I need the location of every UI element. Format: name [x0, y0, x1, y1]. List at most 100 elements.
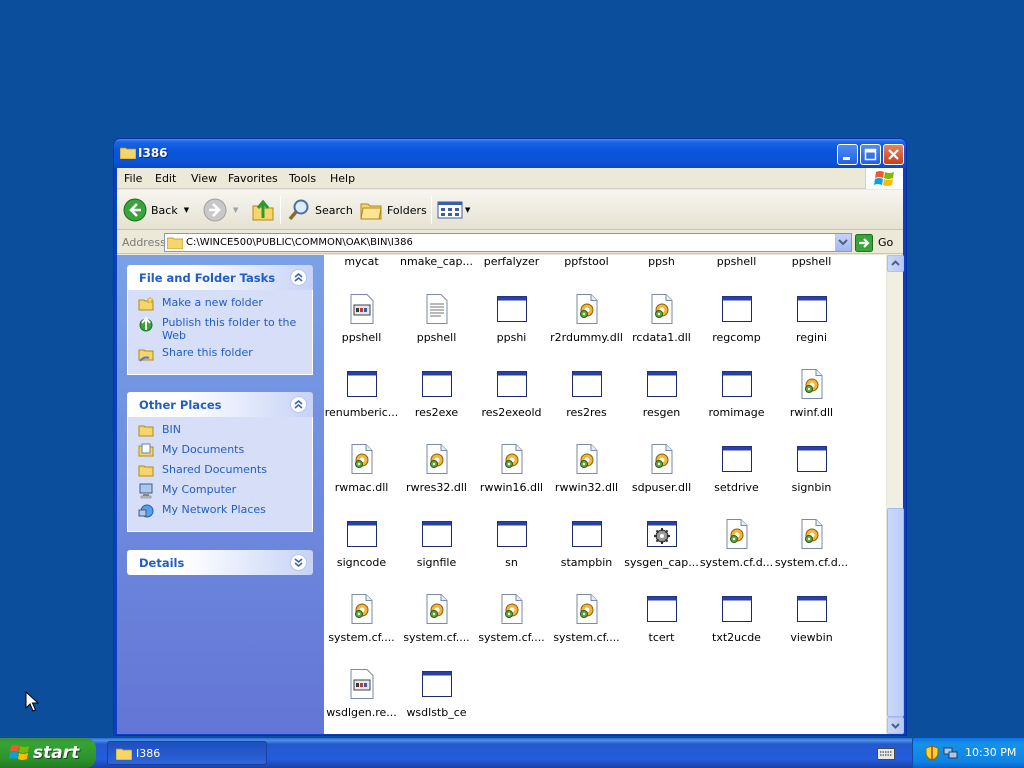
file-item[interactable]: system.cf.... [549, 593, 624, 644]
file-item[interactable]: signcode [324, 518, 399, 569]
file-item[interactable]: ppshi [474, 293, 549, 344]
file-item[interactable]: wsdlgen.re... [324, 668, 399, 719]
collapse-chevron-icon[interactable] [290, 396, 307, 413]
file-item[interactable]: rwwin32.dll [549, 443, 624, 494]
file-item[interactable]: sn [474, 518, 549, 569]
file-item[interactable]: renumberic... [324, 368, 399, 419]
back-button[interactable]: Back ▼ [123, 196, 189, 224]
collapse-chevron-icon[interactable] [290, 269, 307, 286]
place-shared-documents-link[interactable]: Shared Documents [128, 463, 312, 483]
back-dropdown-icon[interactable]: ▼ [184, 206, 189, 214]
make-new-folder-link[interactable]: Make a new folder [128, 296, 312, 316]
menu-tools[interactable]: Tools [289, 172, 316, 185]
forward-button[interactable]: ▼ [203, 196, 238, 224]
file-item[interactable]: rcdata1.dll [624, 293, 699, 344]
dll-file-icon [576, 444, 597, 474]
network-tray-icon[interactable] [943, 745, 959, 761]
place-my-documents-link[interactable]: My Documents [128, 443, 312, 463]
file-item[interactable]: res2res [549, 368, 624, 419]
file-folder-tasks-header[interactable]: File and Folder Tasks [127, 265, 313, 290]
up-folder-button[interactable] [251, 196, 275, 224]
file-item[interactable]: ppfstool [549, 255, 624, 268]
file-item[interactable]: tcert [624, 593, 699, 644]
place-my-network-link[interactable]: My Network Places [128, 503, 312, 523]
file-item[interactable]: system.cf.... [474, 593, 549, 644]
scroll-thumb[interactable] [887, 508, 904, 717]
minimize-button[interactable] [837, 144, 858, 165]
other-places-header[interactable]: Other Places [127, 392, 313, 417]
place-my-computer-link[interactable]: My Computer [128, 483, 312, 503]
file-item[interactable]: ppshell [399, 293, 474, 344]
file-name: ppshell [716, 255, 757, 268]
file-item[interactable]: system.cf.d... [699, 518, 774, 569]
file-name: ppfstool [564, 255, 609, 268]
title-bar[interactable]: I386 [114, 139, 906, 168]
file-item[interactable]: txt2ucde [699, 593, 774, 644]
file-item[interactable]: rwinf.dll [774, 368, 849, 419]
file-item[interactable]: regcomp [699, 293, 774, 344]
system-tray: 10:30 PM [912, 738, 1024, 768]
menu-view[interactable]: View [191, 172, 217, 185]
file-item[interactable]: setdrive [699, 443, 774, 494]
publish-folder-web-link[interactable]: Publish this folder to the Web [128, 316, 312, 346]
share-folder-link[interactable]: Share this folder [128, 346, 312, 366]
file-item[interactable]: rwwin16.dll [474, 443, 549, 494]
file-item[interactable]: res2exe [399, 368, 474, 419]
file-item[interactable]: sdpuser.dll [624, 443, 699, 494]
views-button[interactable]: ▼ [437, 196, 470, 224]
file-item[interactable]: rwres32.dll [399, 443, 474, 494]
go-arrow-icon [855, 233, 873, 252]
file-item[interactable]: ppsh [624, 255, 699, 268]
maximize-button[interactable] [860, 144, 881, 165]
menu-edit[interactable]: Edit [155, 172, 176, 185]
go-button[interactable]: Go [855, 233, 893, 252]
file-item[interactable]: sysgen_cap... [624, 518, 699, 569]
security-shield-icon[interactable] [925, 745, 939, 761]
expand-chevron-icon[interactable] [290, 554, 307, 571]
up-folder-icon [252, 199, 274, 221]
file-item[interactable]: signfile [399, 518, 474, 569]
forward-arrow-icon [203, 198, 227, 222]
scroll-down-button[interactable] [887, 717, 904, 734]
close-button[interactable] [883, 144, 904, 165]
file-item[interactable]: perfalyzer [474, 255, 549, 268]
file-item[interactable]: regini [774, 293, 849, 344]
file-item[interactable]: res2exeold [474, 368, 549, 419]
file-item[interactable]: ppshell [324, 293, 399, 344]
forward-dropdown-icon[interactable]: ▼ [233, 206, 238, 214]
file-item[interactable]: ppshell [699, 255, 774, 268]
views-dropdown-icon[interactable]: ▼ [465, 206, 470, 214]
file-item[interactable]: system.cf.d... [774, 518, 849, 569]
file-item[interactable]: viewbin [774, 593, 849, 644]
vertical-scrollbar[interactable] [886, 255, 904, 734]
file-item[interactable]: nmake_cap... [399, 255, 474, 268]
file-item[interactable]: system.cf.... [324, 593, 399, 644]
file-name: romimage [708, 406, 765, 419]
file-item[interactable]: rwmac.dll [324, 443, 399, 494]
file-item[interactable]: system.cf.... [399, 593, 474, 644]
file-item[interactable]: ppshell [774, 255, 849, 268]
taskbar-window-button[interactable]: I386 [107, 741, 267, 765]
file-item[interactable]: resgen [624, 368, 699, 419]
scroll-up-button[interactable] [887, 255, 904, 272]
clock[interactable]: 10:30 PM [965, 746, 1016, 759]
file-item[interactable]: romimage [699, 368, 774, 419]
address-input[interactable]: C:\WINCE500\PUBLIC\COMMON\OAK\BIN\I386 [164, 233, 852, 252]
search-button[interactable]: Search [287, 196, 353, 224]
start-button[interactable]: start [0, 738, 96, 768]
folders-button[interactable]: Folders [359, 196, 427, 224]
dll-file-icon [576, 294, 597, 324]
file-item[interactable]: mycat [324, 255, 399, 268]
place-bin-link[interactable]: BIN [128, 423, 312, 443]
file-item[interactable]: wsdlstb_ce [399, 668, 474, 719]
file-name: regini [795, 331, 828, 344]
keyboard-icon[interactable] [877, 748, 895, 760]
menu-file[interactable]: File [124, 172, 142, 185]
file-item[interactable]: r2rdummy.dll [549, 293, 624, 344]
menu-help[interactable]: Help [330, 172, 355, 185]
menu-favorites[interactable]: Favorites [228, 172, 278, 185]
file-item[interactable]: signbin [774, 443, 849, 494]
address-dropdown-button[interactable] [835, 234, 851, 251]
file-item[interactable]: stampbin [549, 518, 624, 569]
details-header[interactable]: Details [127, 550, 313, 575]
